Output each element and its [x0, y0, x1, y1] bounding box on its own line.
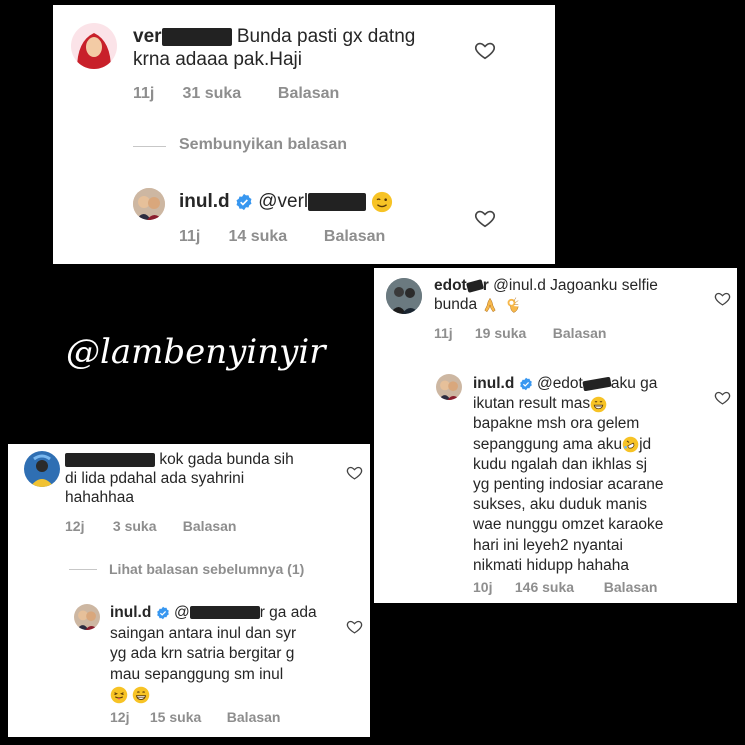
comment-meta: 12j 3 suka Balasan: [65, 518, 236, 534]
reply-meta: 12j 15 suka Balasan: [110, 709, 280, 725]
reply-time: 11j: [179, 228, 201, 245]
like-heart-icon[interactable]: [346, 464, 363, 481]
reply-username[interactable]: inul.d: [179, 191, 230, 212]
reply-username[interactable]: inul.d: [110, 604, 151, 621]
reply-likes[interactable]: 14 suka: [228, 228, 319, 246]
comment-time: 11j: [434, 325, 453, 341]
reply-button[interactable]: Balasan: [553, 325, 607, 341]
comment-line1: Bunda pasti gx datng: [236, 26, 416, 47]
redacted-name: [189, 606, 260, 620]
reply-likes[interactable]: 146 suka: [515, 579, 600, 595]
reply-username[interactable]: inul.d: [473, 375, 514, 392]
reply-mention[interactable]: @verl: [258, 191, 308, 212]
comment-card-bottom: kok gada bunda sih di lida pdahal ada sy…: [8, 444, 370, 737]
comment-line1: kok gada bunda sih: [159, 451, 294, 468]
comment-line2: bunda: [434, 296, 478, 313]
reply-button[interactable]: Balasan: [227, 709, 281, 725]
grin-emoji-icon: [132, 686, 150, 704]
redacted-name: [308, 192, 367, 211]
like-heart-icon[interactable]: [474, 207, 496, 229]
redacted-name: [465, 279, 484, 293]
comment-likes[interactable]: 3 suka: [113, 518, 179, 534]
like-heart-icon[interactable]: [474, 39, 496, 61]
wink-emoji-icon: [371, 191, 393, 213]
comment-line1: @inul.d Jagoanku selfie: [493, 277, 658, 294]
reply-text: inul.d @edot aku ga ikutan result mas bap…: [473, 375, 664, 574]
comment-text: ver Bunda pasti gx datng krna adaaa pak.…: [133, 25, 473, 71]
verified-badge-icon: [156, 606, 170, 620]
like-heart-icon[interactable]: [714, 389, 731, 406]
comment-likes[interactable]: 19 suka: [475, 325, 549, 341]
redacted-name: [161, 27, 232, 46]
reply-meta: 10j 146 suka Balasan: [473, 579, 657, 595]
reply-mention[interactable]: @: [174, 604, 190, 621]
reply-time: 10j: [473, 579, 493, 595]
view-previous-replies-link[interactable]: Lihat balasan sebelumnya (1): [109, 561, 304, 577]
pray-emoji-icon: [481, 296, 499, 314]
verified-badge-icon: [235, 193, 253, 211]
comment-line3: hahahhaa: [65, 488, 134, 506]
comment-card-right: edot r @inul.d Jagoanku selfie bunda 11j …: [374, 268, 737, 603]
reply-button[interactable]: Balasan: [278, 85, 339, 102]
reply-text: inul.d @ r ga ada saingan antara inul dan…: [110, 603, 350, 706]
like-heart-icon[interactable]: [714, 290, 731, 307]
tongue-emoji-icon: [110, 686, 128, 704]
reply-avatar[interactable]: [74, 604, 100, 630]
comment-likes[interactable]: 31 suka: [182, 85, 273, 103]
ok-hand-emoji-icon: [504, 296, 522, 314]
hide-replies-link[interactable]: Sembunyikan balasan: [179, 136, 347, 154]
comment-time: 11j: [133, 85, 155, 102]
watermark: @lambenyinyir: [66, 332, 326, 372]
comment-time: 12j: [65, 518, 85, 534]
avatar[interactable]: [24, 451, 60, 487]
avatar[interactable]: [386, 278, 422, 314]
redacted-name: [65, 452, 155, 467]
comment-card-top: ver Bunda pasti gx datng krna adaaa pak.…: [53, 5, 555, 264]
reply-button[interactable]: Balasan: [183, 518, 237, 534]
avatar[interactable]: [71, 23, 117, 69]
reply-text: inul.d @verl: [179, 190, 393, 213]
reply-time: 12j: [110, 709, 130, 725]
reply-likes[interactable]: 15 suka: [150, 709, 223, 725]
reply-avatar[interactable]: [133, 188, 165, 220]
grin-emoji-icon: [590, 396, 607, 413]
verified-badge-icon: [519, 377, 533, 391]
comment-line2: di lida pdahal ada syahrini: [65, 469, 245, 487]
redacted-name: [582, 376, 612, 392]
comment-text: kok gada bunda sih di lida pdahal ada sy…: [65, 451, 340, 508]
reply-avatar[interactable]: [436, 374, 462, 400]
rofl-emoji-icon: [622, 436, 639, 453]
comment-meta: 11j 19 suka Balasan: [434, 325, 606, 341]
reply-button[interactable]: Balasan: [324, 228, 385, 245]
divider: [133, 146, 166, 147]
comment-username[interactable]: ver: [133, 26, 162, 47]
reply-meta: 11j 14 suka Balasan: [179, 228, 385, 246]
comment-line2: krna adaaa pak.Haji: [133, 49, 302, 71]
divider: [69, 569, 97, 570]
comment-meta: 11j 31 suka Balasan: [133, 85, 339, 103]
comment-username[interactable]: edot: [434, 277, 467, 294]
like-heart-icon[interactable]: [346, 618, 363, 635]
comment-text: edot r @inul.d Jagoanku selfie bunda: [434, 277, 658, 314]
reply-mention[interactable]: @edot: [537, 375, 583, 392]
reply-button[interactable]: Balasan: [604, 579, 658, 595]
